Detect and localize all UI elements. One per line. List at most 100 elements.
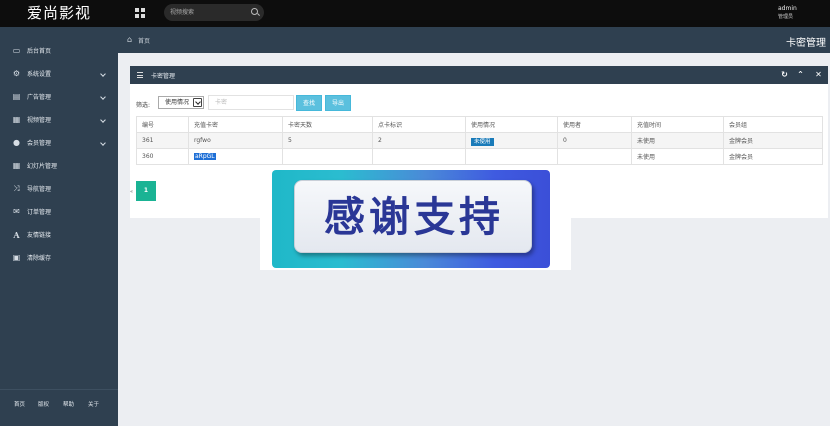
search-button[interactable]: 查找 xyxy=(296,95,322,111)
export-button[interactable]: 导出 xyxy=(325,95,351,111)
menu-toggle-icon[interactable] xyxy=(135,8,145,18)
grid-icon: ▦ xyxy=(12,161,21,170)
column-header: 充值卡密 xyxy=(188,116,283,133)
close-icon[interactable]: ✕ xyxy=(814,70,823,80)
table-row[interactable]: 361 rgfwo 5 2 未使用 0 未使用 金牌会员 xyxy=(136,132,823,149)
cell-card-flag: 2 xyxy=(372,132,466,149)
footer-link-about[interactable]: 关于 xyxy=(88,400,99,408)
cell-days: 5 xyxy=(282,132,373,149)
cell-id: 361 xyxy=(136,132,189,149)
column-header: 使用者 xyxy=(557,116,632,133)
sidebar-item-label: 友情链接 xyxy=(27,232,52,239)
selected-text: aRpGL xyxy=(194,153,216,160)
footer-link-home[interactable]: 首页 xyxy=(14,400,25,408)
banner-plate: 感谢支持 xyxy=(294,180,532,253)
chevron-down-icon xyxy=(193,98,202,107)
cell-recharge-time: 未使用 xyxy=(631,148,724,165)
sidebar-item-label: 广告管理 xyxy=(27,94,52,101)
footer-link-copyright[interactable]: 版权 xyxy=(38,400,49,408)
top-navbar: 爱尚影视 admin 管理员 xyxy=(0,0,830,27)
column-header: 卡密天数 xyxy=(282,116,373,133)
users-icon: ● xyxy=(13,138,20,147)
sidebar-item-label: 幻灯片管理 xyxy=(27,163,58,170)
sidebar-item-label: 后台首页 xyxy=(27,48,52,55)
sidebar-item-label: 视频管理 xyxy=(27,117,52,124)
cell-card-flag xyxy=(372,148,466,165)
collapse-icon[interactable]: ⌃ xyxy=(796,70,805,80)
status-select-value: 使用情况 xyxy=(165,99,190,106)
sidebar-item-dashboard[interactable]: ▭ 后台首页 xyxy=(0,40,118,63)
user-role: 管理员 xyxy=(778,14,794,20)
sidebar-item-clear-cache[interactable]: ▣ 清除缓存 xyxy=(0,247,118,270)
status-select[interactable]: 使用情况 xyxy=(158,96,204,109)
cell-user: 0 xyxy=(557,132,632,149)
settings-icon: ⚙ xyxy=(12,69,21,78)
column-header: 点卡标识 xyxy=(372,116,466,133)
sidebar-item-navigation[interactable]: ⤨ 导航管理 xyxy=(0,178,118,201)
envelope-icon: ✉ xyxy=(13,207,20,216)
calendar-icon: ▣ xyxy=(12,253,21,262)
cell-card-code: aRpGL xyxy=(188,148,283,165)
cell-card-code: rgfwo xyxy=(188,132,283,149)
list-icon xyxy=(137,72,143,79)
search-input[interactable] xyxy=(170,7,246,18)
chevron-down-icon xyxy=(100,117,106,123)
column-header: 会员组 xyxy=(723,116,823,133)
thanks-banner: 感谢支持 xyxy=(260,168,571,270)
breadcrumb-home[interactable]: 首页 xyxy=(138,36,150,45)
ad-icon: ▤ xyxy=(12,92,21,101)
search-icon[interactable] xyxy=(251,8,258,15)
cell-member-group: 金牌会员 xyxy=(723,148,823,165)
search-box xyxy=(164,4,264,21)
sidebar-item-slides[interactable]: ▦ 幻灯片管理 xyxy=(0,155,118,178)
column-header: 充值时间 xyxy=(631,116,724,133)
sidebar-footer: 首页 版权 帮助 关于 xyxy=(0,389,118,426)
column-header: 编号 xyxy=(136,116,189,133)
panel-header: 卡密管理 ↻ ⌃ ✕ xyxy=(130,66,828,84)
sidebar-item-label: 导航管理 xyxy=(27,186,52,193)
panel-title: 卡密管理 xyxy=(151,73,176,80)
sidebar-item-ads[interactable]: ▤ 广告管理 xyxy=(0,86,118,109)
sidebar-item-label: 会员管理 xyxy=(27,140,52,147)
monitor-icon: ▭ xyxy=(12,46,21,55)
cell-recharge-time: 未使用 xyxy=(631,132,724,149)
sidebar-item-members[interactable]: ● 会员管理 xyxy=(0,132,118,155)
page-title: 卡密管理 xyxy=(786,38,826,49)
font-icon: A xyxy=(13,230,20,240)
sidebar-item-videos[interactable]: ▦ 视频管理 xyxy=(0,109,118,132)
sidebar-item-label: 清除缓存 xyxy=(27,255,52,262)
cell-days xyxy=(282,148,373,165)
sidebar-item-label: 系统设置 xyxy=(27,71,52,78)
cell-member-group: 金牌会员 xyxy=(723,132,823,149)
sidebar-item-label: 订单管理 xyxy=(27,209,52,216)
banner-background: 感谢支持 xyxy=(272,170,550,268)
keyword-input[interactable] xyxy=(208,95,294,110)
chevron-down-icon xyxy=(100,94,106,100)
status-badge: 未使用 xyxy=(471,137,494,146)
pager-page-1[interactable]: 1 xyxy=(136,181,156,201)
footer-link-help[interactable]: 帮助 xyxy=(63,400,74,408)
app-logo[interactable]: 爱尚影视 xyxy=(0,0,118,27)
user-name: admin xyxy=(778,5,797,12)
chevron-down-icon xyxy=(100,71,106,77)
sidebar-item-orders[interactable]: ✉ 订单管理 xyxy=(0,201,118,224)
table-header-row: 编号 充值卡密 卡密天数 点卡标识 使用情况 使用者 充值时间 会员组 xyxy=(136,116,823,133)
home-icon[interactable]: ⌂ xyxy=(127,36,135,44)
shuffle-icon: ⤨ xyxy=(13,184,20,193)
cell-status xyxy=(465,148,558,165)
sidebar-item-links[interactable]: A 友情链接 xyxy=(0,224,118,247)
column-header: 使用情况 xyxy=(465,116,558,133)
cell-status: 未使用 xyxy=(465,132,558,149)
table-row[interactable]: 360 aRpGL 未使用 金牌会员 xyxy=(136,148,823,165)
banner-text: 感谢支持 xyxy=(324,193,504,241)
user-menu[interactable]: admin 管理员 xyxy=(778,5,797,21)
pager-prev[interactable]: « xyxy=(130,189,133,195)
refresh-icon[interactable]: ↻ xyxy=(780,70,789,80)
cell-user xyxy=(557,148,632,165)
filter-label: 筛选: xyxy=(136,102,151,109)
breadcrumb: ⌂ 首页 卡密管理 xyxy=(118,27,830,53)
card-table: 编号 充值卡密 卡密天数 点卡标识 使用情况 使用者 充值时间 会员组 361 … xyxy=(136,116,823,165)
cell-id: 360 xyxy=(136,148,189,165)
chevron-down-icon xyxy=(100,140,106,146)
sidebar-item-system-settings[interactable]: ⚙ 系统设置 xyxy=(0,63,118,86)
